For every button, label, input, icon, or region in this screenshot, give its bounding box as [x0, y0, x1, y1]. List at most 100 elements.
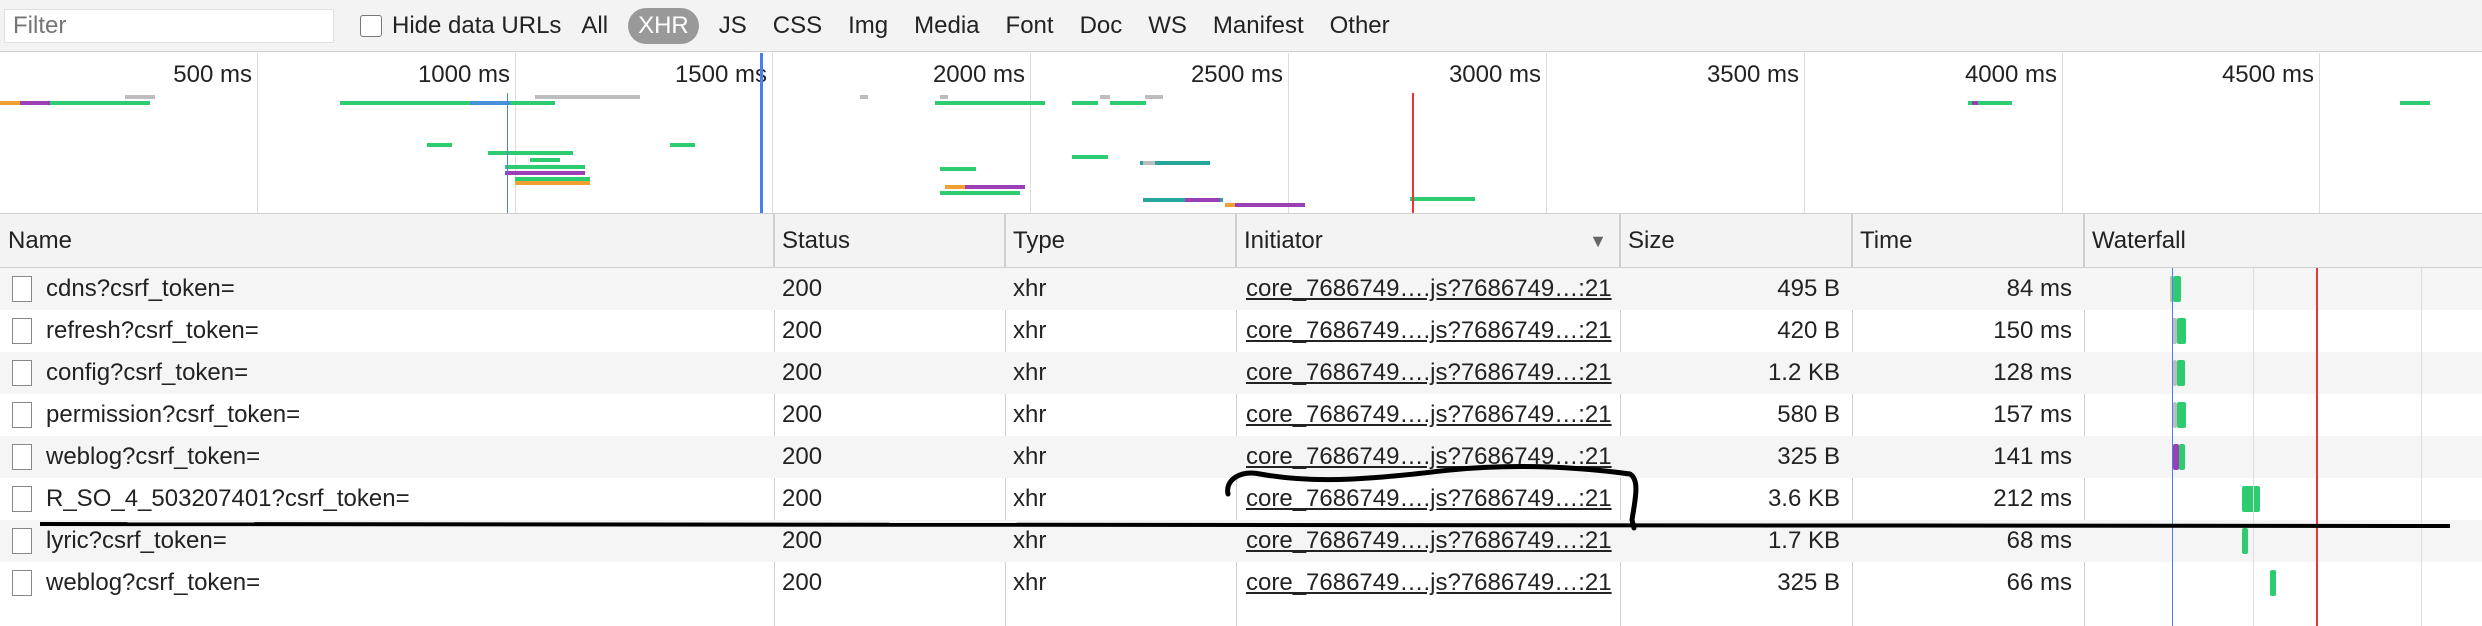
request-time: 66 ms: [2006, 569, 2072, 596]
tick-line: [1804, 53, 1805, 213]
table-row[interactable]: weblog?csrf_token= 200 xhr core_7686749……: [0, 562, 2482, 604]
waterfall-cell: [2084, 436, 2482, 478]
request-name[interactable]: cdns?csrf_token=: [46, 268, 766, 310]
request-initiator-link[interactable]: core_7686749….js?7686749…:21: [1246, 520, 1616, 562]
request-size: 3.6 KB: [1767, 485, 1840, 512]
request-initiator-link[interactable]: core_7686749….js?7686749…:21: [1246, 478, 1616, 520]
column-header-time[interactable]: Time: [1852, 214, 2084, 268]
tick-label: 2000 ms: [932, 61, 1025, 88]
filter-manifest[interactable]: Manifest: [1207, 8, 1310, 44]
waterfall-cell: [2084, 478, 2482, 520]
request-name[interactable]: config?csrf_token=: [46, 352, 766, 394]
request-size: 1.7 KB: [1767, 527, 1840, 554]
waterfall-bar: [2173, 276, 2181, 302]
overview-bar: [1410, 197, 1475, 201]
table-row[interactable]: permission?csrf_token= 200 xhr core_7686…: [0, 394, 2482, 436]
file-icon: [12, 486, 32, 512]
hide-data-urls-checkbox[interactable]: [360, 14, 382, 37]
overview-bar: [1235, 203, 1305, 207]
file-icon: [12, 570, 32, 596]
filter-css[interactable]: CSS: [767, 8, 828, 44]
filter-xhr[interactable]: XHR: [628, 7, 699, 44]
request-time: 150 ms: [1993, 317, 2072, 344]
table-row[interactable]: cdns?csrf_token= 200 xhr core_7686749….j…: [0, 268, 2482, 310]
overview-bar: [535, 95, 640, 99]
request-status: 200: [782, 317, 823, 344]
overview-bar: [940, 191, 1020, 195]
overview-bar: [427, 143, 452, 147]
request-initiator-link[interactable]: core_7686749….js?7686749…:21: [1246, 352, 1616, 394]
request-initiator-link[interactable]: core_7686749….js?7686749…:21: [1246, 562, 1616, 604]
tick-label: 2500 ms: [1190, 61, 1283, 88]
overview-bar: [530, 158, 560, 162]
sort-descending-icon: ▼: [1589, 231, 1607, 251]
file-icon: [12, 276, 32, 302]
tick-line: [1546, 53, 1547, 213]
request-size: 580 B: [1777, 401, 1840, 428]
timeline-overview[interactable]: 500 ms 1000 ms 1500 ms 2000 ms 2500 ms 3…: [0, 53, 2482, 214]
request-name[interactable]: refresh?csrf_token=: [46, 310, 766, 352]
filter-font[interactable]: Font: [1000, 8, 1060, 44]
filter-media[interactable]: Media: [908, 8, 985, 44]
request-name[interactable]: lyric?csrf_token=: [46, 520, 766, 562]
request-name[interactable]: R_SO_4_503207401?csrf_token=: [46, 478, 766, 520]
hide-data-urls-label: Hide data URLs: [392, 11, 562, 39]
filter-ws[interactable]: WS: [1142, 8, 1193, 44]
overview-bar: [515, 181, 590, 185]
tick-line: [2062, 53, 2063, 213]
filter-input[interactable]: [4, 8, 334, 43]
request-table-body: cdns?csrf_token= 200 xhr core_7686749….j…: [0, 268, 2482, 604]
request-initiator-link[interactable]: core_7686749….js?7686749…:21: [1246, 436, 1616, 478]
table-row[interactable]: R_SO_4_503207401?csrf_token= 200 xhr cor…: [0, 478, 2482, 520]
table-row[interactable]: refresh?csrf_token= 200 xhr core_7686749…: [0, 310, 2482, 352]
column-header-waterfall[interactable]: Waterfall: [2084, 214, 2482, 268]
request-name[interactable]: weblog?csrf_token=: [46, 436, 766, 478]
tick-line: [2319, 53, 2320, 213]
column-header-type[interactable]: Type: [1005, 214, 1236, 268]
filter-all[interactable]: All: [575, 8, 614, 44]
filter-js[interactable]: JS: [713, 8, 753, 44]
filter-img[interactable]: Img: [842, 8, 894, 44]
request-initiator-link[interactable]: core_7686749….js?7686749…:21: [1246, 310, 1616, 352]
column-header-size[interactable]: Size: [1620, 214, 1852, 268]
request-type: xhr: [1013, 485, 1047, 512]
overview-bar: [1972, 101, 1978, 105]
overview-bar: [50, 101, 150, 105]
table-row[interactable]: config?csrf_token= 200 xhr core_7686749……: [0, 352, 2482, 394]
overview-bar: [965, 185, 1025, 189]
overview-bar: [935, 101, 1045, 105]
request-status: 200: [782, 401, 823, 428]
column-header-status[interactable]: Status: [774, 214, 1005, 268]
tick-label: 3000 ms: [1448, 61, 1541, 88]
request-name[interactable]: permission?csrf_token=: [46, 394, 766, 436]
request-initiator-link[interactable]: core_7686749….js?7686749…:21: [1246, 268, 1616, 310]
request-initiator-link[interactable]: core_7686749….js?7686749…:21: [1246, 394, 1616, 436]
waterfall-dom-marker: [2172, 268, 2173, 626]
request-size: 1.2 KB: [1767, 359, 1840, 386]
file-icon: [12, 528, 32, 554]
overview-bar: [670, 143, 695, 147]
overview-bar: [340, 101, 470, 105]
waterfall-bar: [2177, 318, 2186, 344]
request-table-header: Name Status Type Initiator ▼ Size Time W…: [0, 214, 2482, 268]
request-name[interactable]: weblog?csrf_token=: [46, 562, 766, 604]
waterfall-cell: [2084, 562, 2482, 604]
column-header-initiator[interactable]: Initiator ▼: [1236, 214, 1620, 268]
table-row[interactable]: lyric?csrf_token= 200 xhr core_7686749….…: [0, 520, 2482, 562]
tick-line: [1288, 53, 1289, 213]
request-time: 212 ms: [1993, 485, 2072, 512]
overview-bar: [1143, 161, 1155, 165]
overview-bar: [1072, 155, 1108, 159]
table-row[interactable]: weblog?csrf_token= 200 xhr core_7686749……: [0, 436, 2482, 478]
filter-other[interactable]: Other: [1324, 8, 1396, 44]
waterfall-bar: [2177, 402, 2186, 428]
waterfall-grid-line: [2253, 268, 2254, 626]
overview-bar: [488, 151, 573, 155]
request-time: 84 ms: [2006, 275, 2072, 302]
request-type: xhr: [1013, 569, 1047, 596]
overview-bar: [470, 101, 510, 105]
request-size: 325 B: [1777, 569, 1840, 596]
waterfall-cell: [2084, 310, 2482, 352]
column-header-name[interactable]: Name: [0, 214, 774, 268]
filter-doc[interactable]: Doc: [1074, 8, 1129, 44]
